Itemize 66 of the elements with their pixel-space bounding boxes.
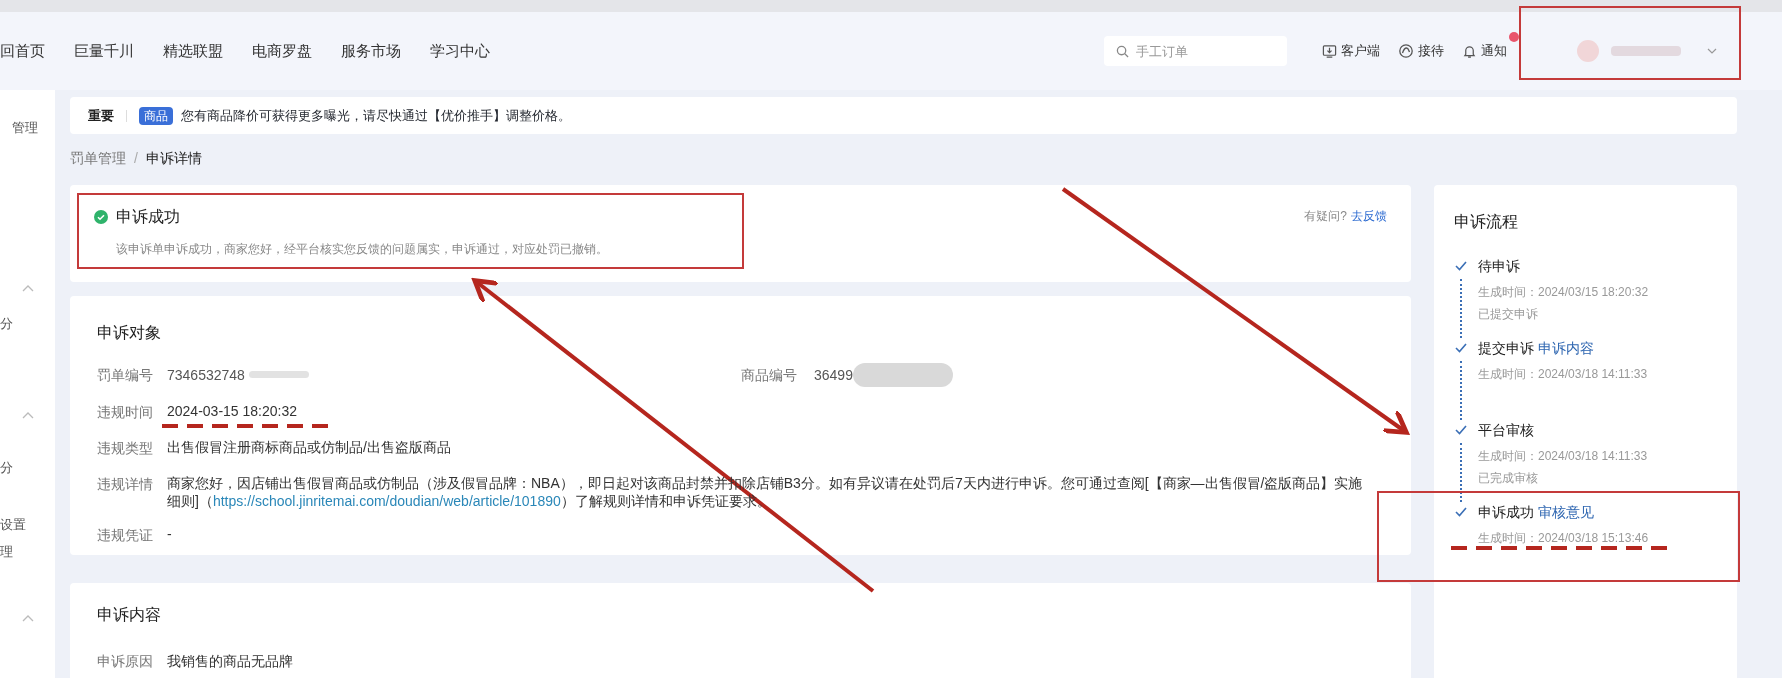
- field-label: 商品编号: [741, 366, 798, 385]
- field-value: 我销售的商品无品牌: [167, 652, 293, 671]
- step-title: 待申诉: [1478, 257, 1520, 276]
- chevron-down-icon: [1707, 48, 1717, 54]
- status-description: 该申诉单申诉成功，商家您好，经平台核实您反馈的问题属实，申诉通过，对应处罚已撤销。: [116, 241, 609, 258]
- step-time: 生成时间：2024/03/18 14:11:33: [1478, 448, 1648, 465]
- field-label: 违规详情: [97, 475, 154, 494]
- step-note: 已完成审核: [1478, 470, 1539, 487]
- header-action-button[interactable]: 接待: [1398, 41, 1444, 61]
- nav-link[interactable]: 服务市场: [341, 39, 401, 63]
- notice-tag: 商品: [139, 106, 173, 125]
- field-value: 出售假冒注册商标商品或仿制品/出售盗版商品: [167, 438, 452, 457]
- step-link[interactable]: 申诉内容: [1538, 338, 1594, 359]
- breadcrumb-item[interactable]: 申诉详情: [145, 147, 202, 169]
- step-title: 申诉成功: [1478, 503, 1534, 522]
- feedback-link[interactable]: 去反馈: [1351, 207, 1387, 225]
- download-icon: [1322, 43, 1337, 59]
- search-icon: [1116, 45, 1129, 58]
- field-label: 违规类型: [97, 439, 154, 458]
- field-value: 2024-03-15 18:20:32: [167, 402, 298, 421]
- step-link[interactable]: 审核意见: [1538, 502, 1594, 523]
- notice-text: 您有商品降价可获得更多曝光，请尽快通过【优价推手】调整价格。: [181, 106, 571, 125]
- bell-icon: [1462, 43, 1477, 59]
- chevron-up-icon[interactable]: [22, 283, 34, 292]
- field-value: 7346532748: [167, 366, 245, 385]
- panel-title: 申诉流程: [1454, 212, 1519, 232]
- step-time: 生成时间：2024/03/18 15:13:46: [1478, 530, 1649, 547]
- success-icon: [94, 210, 108, 224]
- nav-link[interactable]: 巨量千川: [74, 39, 134, 63]
- headset-icon: [1398, 43, 1414, 59]
- field-value: -: [167, 525, 173, 544]
- breadcrumb-item[interactable]: 罚单管理: [70, 147, 126, 169]
- section-title: 申诉对象: [97, 323, 162, 343]
- sidebar-item[interactable]: 设置: [0, 514, 55, 534]
- step-title: 平台审核: [1478, 421, 1534, 440]
- section-title: 申诉内容: [97, 605, 162, 625]
- sidebar-item[interactable]: 理: [0, 542, 55, 562]
- breadcrumb-separator: /: [134, 148, 138, 168]
- field-label: 违规时间: [97, 403, 154, 422]
- step-time: 生成时间：2024/03/15 18:20:32: [1478, 284, 1649, 301]
- rule-link[interactable]: https://school.jinritemai.com/doudian/web/article/101890: [212, 493, 561, 509]
- header-action-button[interactable]: 通知: [1462, 41, 1507, 61]
- search-field[interactable]: 手工订单: [1104, 36, 1287, 66]
- chevron-up-icon[interactable]: [22, 411, 34, 419]
- sidebar-item[interactable]: 管理: [12, 118, 55, 138]
- field-label: 罚单编号: [97, 366, 154, 385]
- field-label: 违规凭证: [97, 526, 154, 545]
- notice-level: 重要: [88, 106, 114, 125]
- chevron-up-icon[interactable]: [22, 613, 34, 622]
- help-text: 有疑问?: [1304, 208, 1347, 225]
- nav-link[interactable]: 回首页: [0, 39, 45, 63]
- status-title: 申诉成功: [116, 207, 180, 227]
- nav-link[interactable]: 电商罗盘: [252, 39, 312, 63]
- step-note: 已提交申诉: [1478, 306, 1539, 323]
- header-action-button[interactable]: 客户端: [1322, 41, 1380, 61]
- sidebar-item[interactable]: 分: [0, 458, 55, 478]
- blurred-name: [1611, 46, 1681, 56]
- step-time: 生成时间：2024/03/18 14:11:33: [1478, 366, 1648, 383]
- nav-link[interactable]: 学习中心: [430, 39, 490, 63]
- nav-link[interactable]: 精选联盟: [163, 39, 223, 63]
- redaction-smudge: [248, 371, 309, 378]
- field-value: 36499: [814, 366, 853, 385]
- field-label: 申诉原因: [97, 652, 154, 671]
- step-title: 提交申诉: [1478, 339, 1534, 358]
- avatar: [1577, 40, 1599, 62]
- sidebar-item[interactable]: 分: [0, 313, 55, 333]
